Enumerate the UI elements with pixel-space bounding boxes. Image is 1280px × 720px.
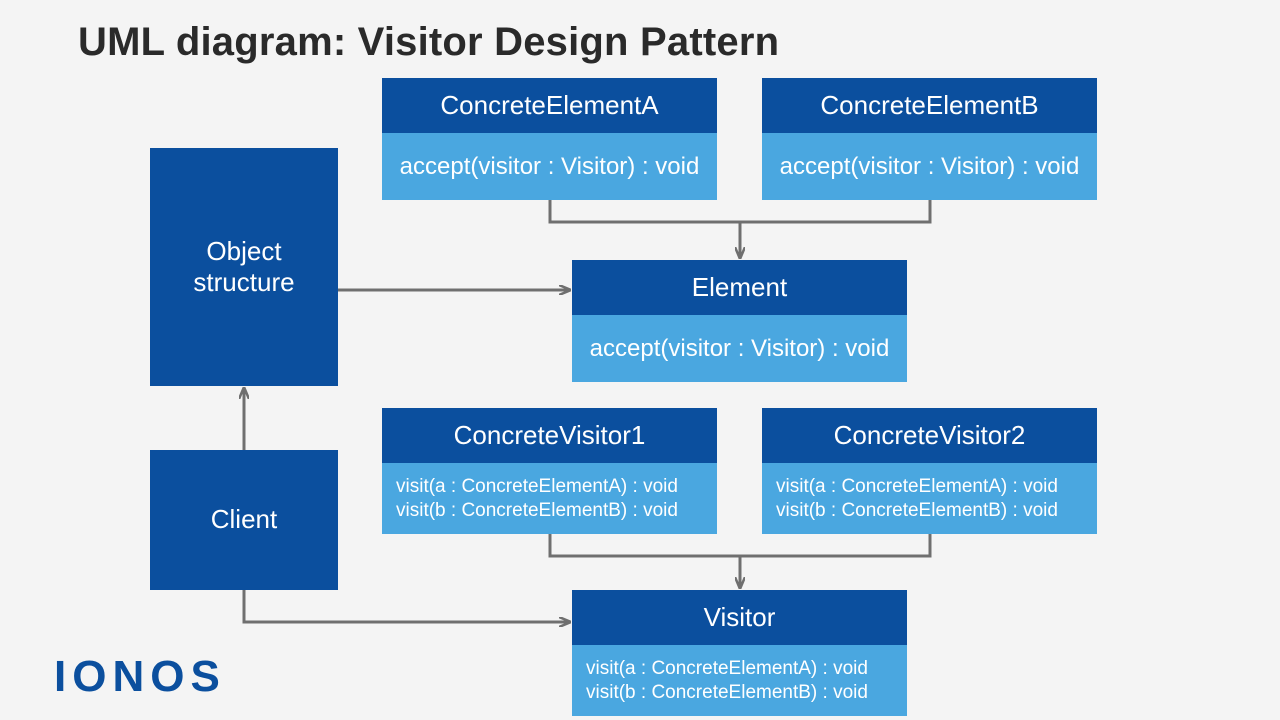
node-visitor: Visitor visit(a : ConcreteElementA) : vo… — [572, 590, 907, 716]
node-concrete-visitor-1: ConcreteVisitor1 visit(a : ConcreteEleme… — [382, 408, 717, 534]
visitor-name: Visitor — [572, 590, 907, 645]
object-structure-line1: Object — [193, 236, 294, 267]
element-method-0: accept(visitor : Visitor) : void — [590, 334, 890, 364]
concrete-visitor-2-method-1: visit(b : ConcreteElementB) : void — [770, 499, 1095, 523]
diagram-title: UML diagram: Visitor Design Pattern — [78, 20, 779, 65]
concrete-visitor-1-method-1: visit(b : ConcreteElementB) : void — [390, 499, 715, 523]
edge-client-to-visitor — [244, 590, 570, 622]
concrete-element-a-method-0: accept(visitor : Visitor) : void — [400, 152, 700, 182]
visitor-method-1: visit(b : ConcreteElementB) : void — [580, 681, 905, 705]
concrete-element-b-method-0: accept(visitor : Visitor) : void — [780, 152, 1080, 182]
concrete-visitor-1-name: ConcreteVisitor1 — [382, 408, 717, 463]
client-label: Client — [211, 504, 277, 535]
concrete-visitor-1-method-0: visit(a : ConcreteElementA) : void — [390, 475, 715, 499]
edge-visitors-join — [550, 534, 930, 588]
concrete-element-a-name: ConcreteElementA — [382, 78, 717, 133]
concrete-visitor-2-method-0: visit(a : ConcreteElementA) : void — [770, 475, 1095, 499]
edge-elements-join — [550, 200, 930, 258]
concrete-visitor-2-name: ConcreteVisitor2 — [762, 408, 1097, 463]
brand-logo: IONOS — [54, 652, 226, 702]
diagram-canvas: UML diagram: Visitor Design Pattern Obje… — [0, 0, 1280, 720]
concrete-element-b-name: ConcreteElementB — [762, 78, 1097, 133]
node-concrete-element-b: ConcreteElementB accept(visitor : Visito… — [762, 78, 1097, 200]
node-object-structure: Object structure — [150, 148, 338, 386]
element-name: Element — [572, 260, 907, 315]
node-client: Client — [150, 450, 338, 590]
node-concrete-element-a: ConcreteElementA accept(visitor : Visito… — [382, 78, 717, 200]
object-structure-line2: structure — [193, 267, 294, 298]
node-element: Element accept(visitor : Visitor) : void — [572, 260, 907, 382]
node-concrete-visitor-2: ConcreteVisitor2 visit(a : ConcreteEleme… — [762, 408, 1097, 534]
visitor-method-0: visit(a : ConcreteElementA) : void — [580, 657, 905, 681]
